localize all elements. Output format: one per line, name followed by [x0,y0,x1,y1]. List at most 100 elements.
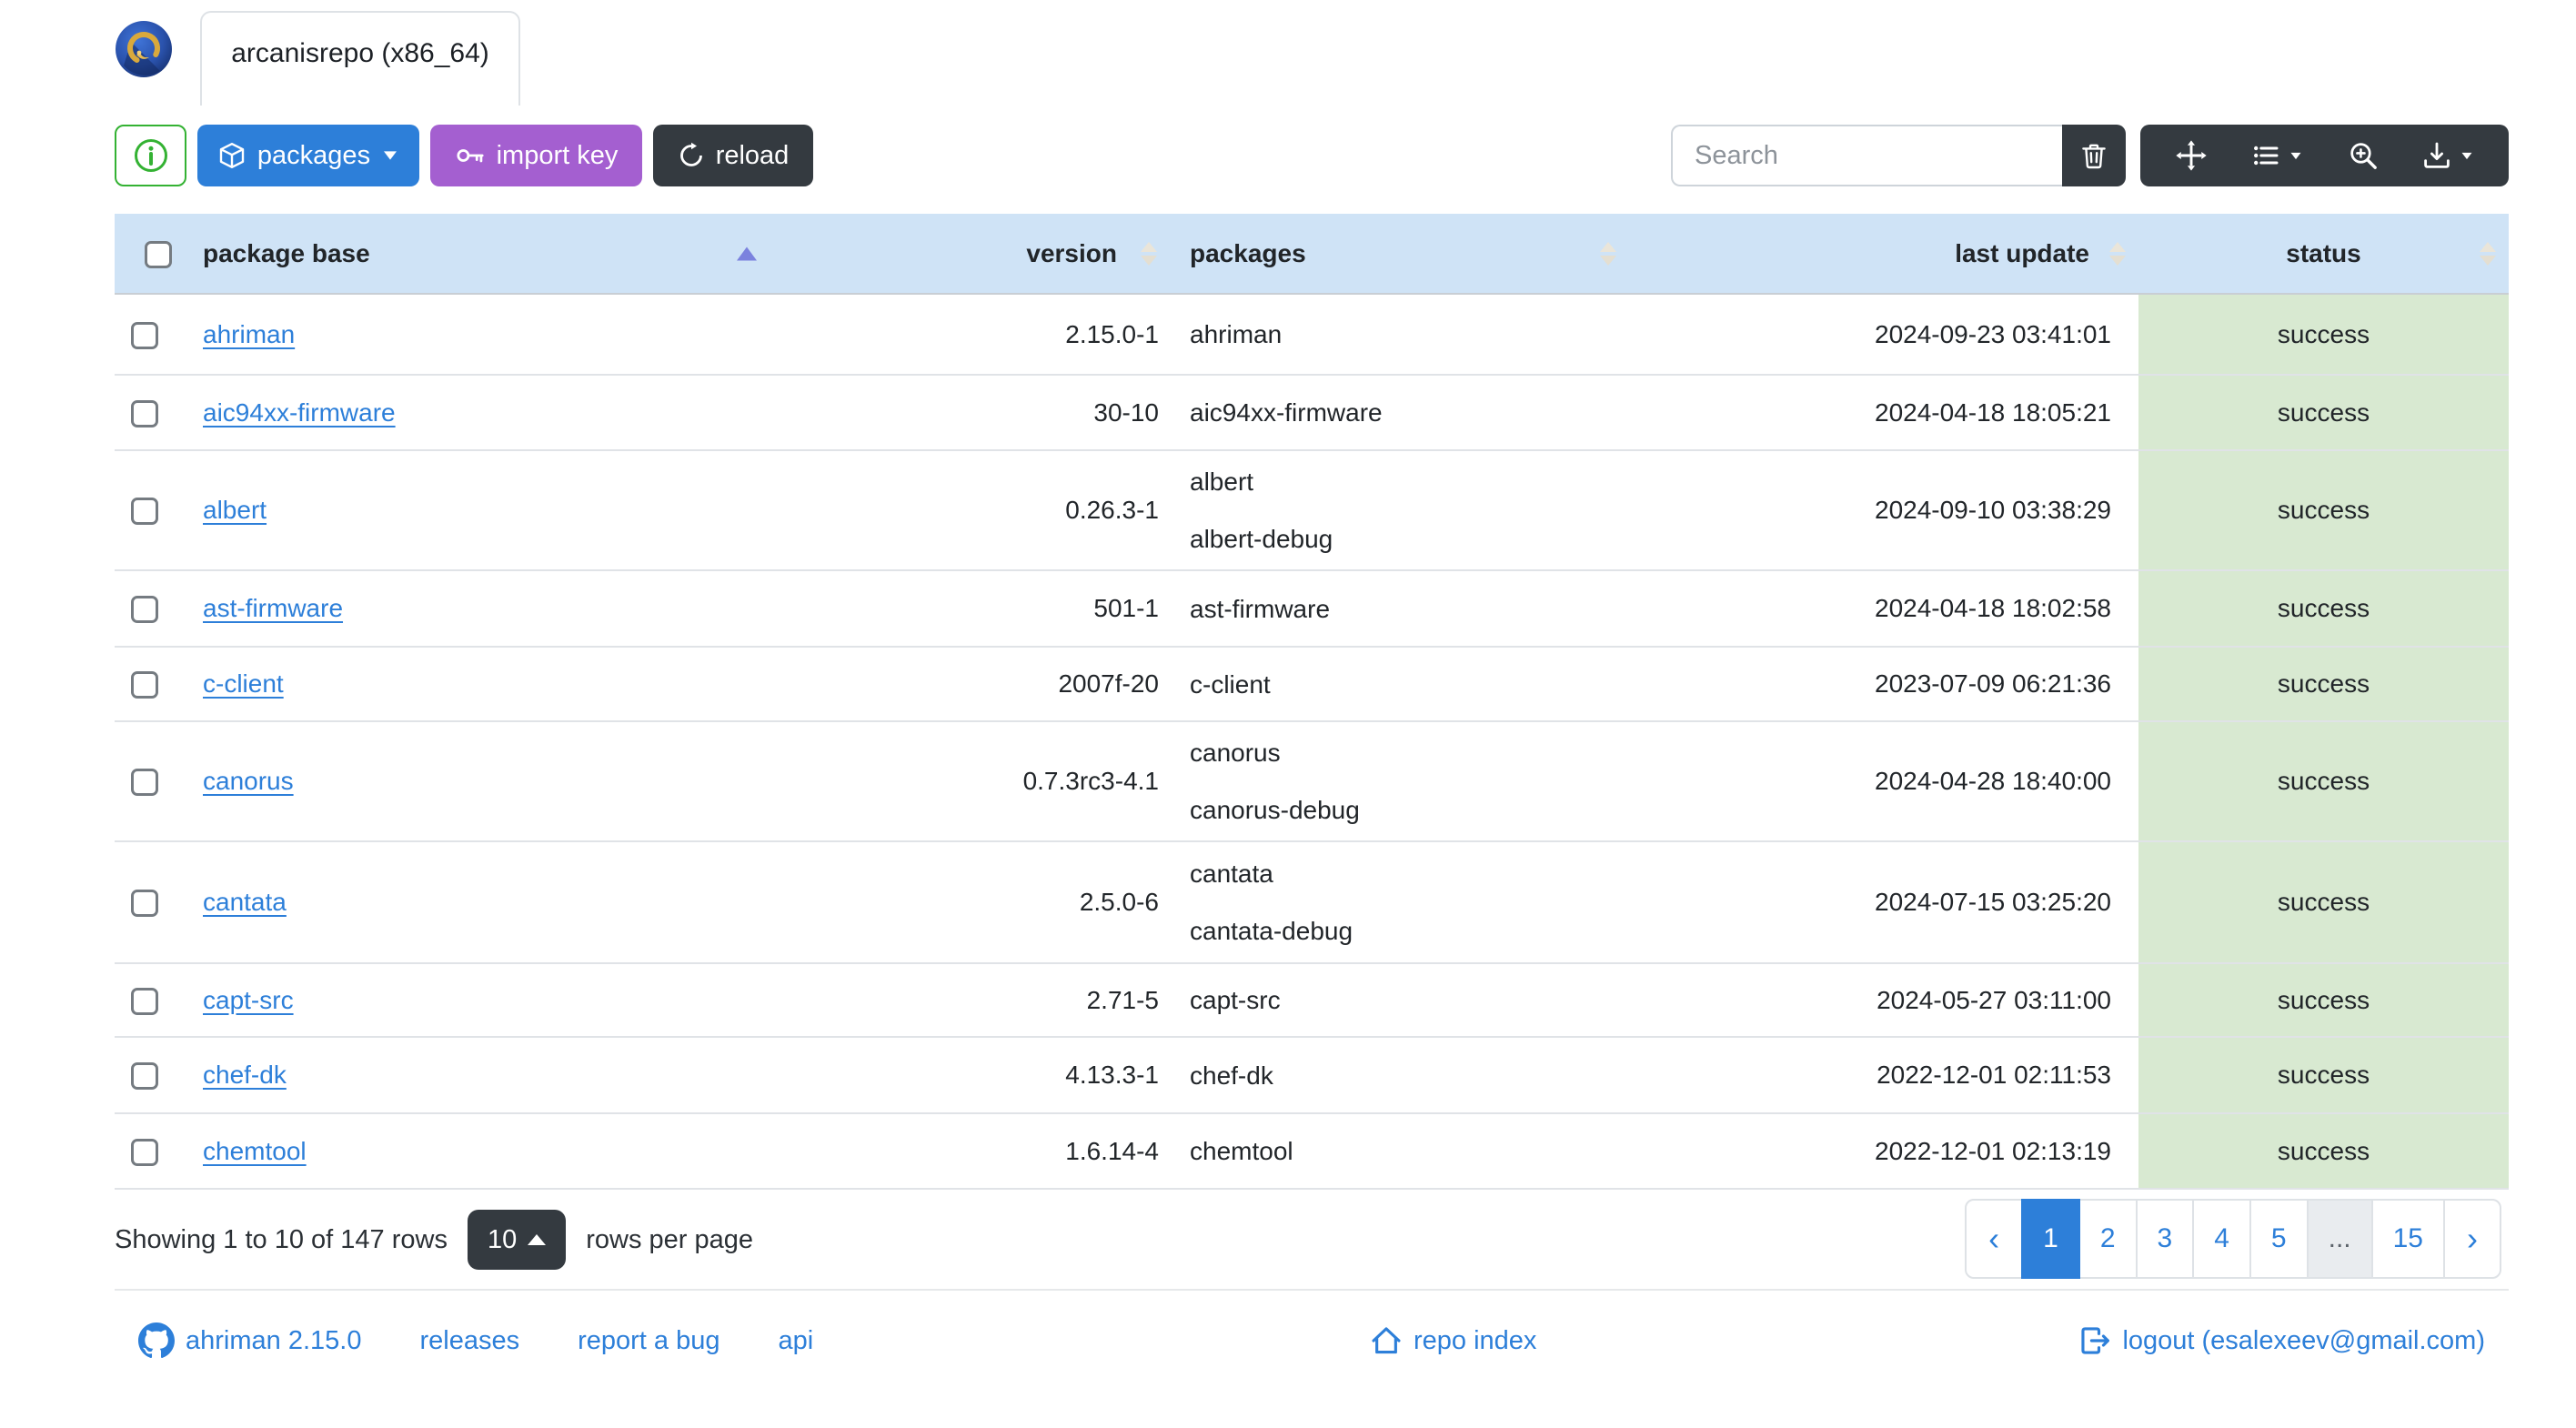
last-update-cell: 2024-04-28 18:40:00 [1629,720,2138,841]
page-gap-button[interactable]: ... [2306,1199,2373,1279]
pagination-summary: Showing 1 to 10 of 147 rows [115,1224,448,1254]
row-checkbox[interactable] [131,769,158,797]
column-header-package-base[interactable]: package base [185,214,770,295]
status-badge: success [2138,449,2509,570]
fullscreen-toggle-button[interactable] [2175,139,2208,172]
packages-dropdown-button[interactable]: packages [197,125,419,186]
tab-repository[interactable]: arcanisrepo (x86_64) [200,11,520,106]
version-cell: 2.15.0-1 [770,293,1170,375]
packages-cell: cantata cantata-debug [1170,840,1629,963]
tab-title: arcanisrepo (x86_64) [231,38,489,68]
zoom-in-icon [2350,143,2377,169]
last-update-cell: 2024-04-18 18:05:21 [1629,374,2138,450]
version-cell: 2007f-20 [770,646,1170,721]
column-header-packages[interactable]: packages [1170,214,1629,295]
toolbar: packages import key reload [115,125,2509,186]
row-checkbox[interactable] [131,321,158,349]
package-base-link[interactable]: cantata [203,888,287,916]
status-badge: success [2138,374,2509,450]
house-icon [1372,1327,1401,1354]
row-checkbox[interactable] [131,399,158,427]
detail-view-button[interactable] [2348,140,2379,171]
row-checkbox[interactable] [131,596,158,624]
package-base-link[interactable]: capt-src [203,986,294,1014]
page-button-5[interactable]: 5 [2249,1199,2309,1279]
column-header-status[interactable]: status [2138,214,2509,295]
reload-icon [679,142,702,166]
column-header-version[interactable]: version [770,214,1170,295]
packages-cell: chemtool [1170,1112,1629,1190]
package-base-link[interactable]: chef-dk [203,1061,287,1089]
status-badge: success [2138,293,2509,375]
version-cell: 0.26.3-1 [770,449,1170,570]
columns-dropdown-button[interactable] [2251,141,2303,170]
last-update-cell: 2022-12-01 02:13:19 [1629,1112,2138,1190]
table-row: c-client 2007f-20 c-client 2023-07-09 06… [115,646,2509,721]
row-checkbox[interactable] [131,890,158,918]
select-all-header [115,214,185,295]
package-base-link[interactable]: c-client [203,669,284,698]
package-base-link[interactable]: albert [203,496,267,524]
version-cell: 2.71-5 [770,962,1170,1037]
version-cell: 1.6.14-4 [770,1112,1170,1190]
page-button-2[interactable]: 2 [2078,1199,2138,1279]
toolbar-table-controls [1671,125,2509,186]
select-all-checkbox[interactable] [144,240,172,268]
import-key-button[interactable]: import key [430,125,642,186]
row-checkbox[interactable] [131,498,158,526]
reload-button[interactable]: reload [653,125,813,186]
sort-icon [2480,241,2496,266]
page-button-4[interactable]: 4 [2192,1199,2251,1279]
search-input[interactable] [1671,125,2062,186]
caret-down-icon [384,151,397,160]
clear-search-button[interactable] [2062,125,2126,186]
table-tools-group [2140,125,2509,186]
version-cell: 2.5.0-6 [770,840,1170,963]
version-cell: 501-1 [770,569,1170,647]
table-row: canorus 0.7.3rc3-4.1 canorus canorus-deb… [115,720,2509,841]
page-button-15[interactable]: 15 [2370,1199,2445,1279]
package-base-link[interactable]: chemtool [203,1137,307,1165]
caret-up-icon [528,1234,547,1245]
page-button-3[interactable]: 3 [2135,1199,2195,1279]
row-checkbox[interactable] [131,1062,158,1091]
page-size-dropdown[interactable]: 10 [467,1210,567,1270]
logout-link[interactable]: logout (esalexeev@gmail.com) [2078,1324,2485,1357]
key-icon [457,149,484,163]
package-base-link[interactable]: ahriman [203,320,295,348]
previous-page-button[interactable]: ‹ [1965,1199,2024,1279]
row-checkbox[interactable] [131,1138,158,1166]
table-row: cantata 2.5.0-6 cantata cantata-debug 20… [115,840,2509,963]
footer: ahriman 2.15.0 releases report a bug api… [115,1308,2509,1373]
pagination-pages: ‹ 1 2 3 4 5 ... 15 › [1965,1199,2501,1279]
row-checkbox[interactable] [131,987,158,1015]
repo-index-link[interactable]: repo index [1370,1324,1536,1357]
table-row: albert 0.26.3-1 albert albert-debug 2024… [115,449,2509,570]
status-badge: success [2138,720,2509,841]
page-button-1[interactable]: 1 [2021,1199,2080,1279]
version-cell: 30-10 [770,374,1170,450]
logout-icon [2081,1327,2110,1354]
export-dropdown-button[interactable] [2422,141,2474,170]
row-checkbox[interactable] [131,671,158,699]
last-update-cell: 2024-04-18 18:02:58 [1629,569,2138,647]
version-cell: 0.7.3rc3-4.1 [770,720,1170,841]
github-version-link[interactable]: ahriman 2.15.0 [138,1322,361,1359]
package-base-link[interactable]: ast-firmware [203,594,343,622]
column-header-last-update[interactable]: last update [1629,214,2138,295]
releases-link[interactable]: releases [419,1326,519,1356]
sort-icon [1141,241,1157,266]
info-button[interactable] [115,125,186,186]
next-page-button[interactable]: › [2443,1199,2501,1279]
report-bug-link[interactable]: report a bug [578,1326,719,1356]
package-base-link[interactable]: aic94xx-firmware [203,398,396,427]
last-update-cell: 2022-12-01 02:11:53 [1629,1036,2138,1113]
api-link[interactable]: api [778,1326,813,1356]
package-base-link[interactable]: canorus [203,767,294,795]
page: arcanisrepo (x86_64) packages import key… [0,0,2576,1428]
packages-cell: ast-firmware [1170,569,1629,647]
search-group [1671,125,2126,186]
caret-down-icon [2290,152,2301,159]
status-badge: success [2138,646,2509,721]
github-icon [138,1322,175,1359]
